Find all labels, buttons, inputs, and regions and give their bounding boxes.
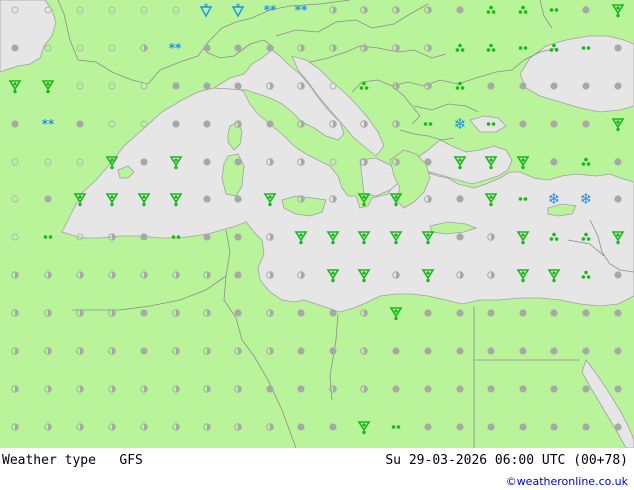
overcast-icon bbox=[582, 309, 590, 317]
overcast-icon bbox=[203, 195, 211, 203]
overcast-icon bbox=[456, 195, 464, 203]
overcast-icon bbox=[582, 6, 590, 14]
overcast-icon bbox=[519, 347, 527, 355]
overcast-icon bbox=[519, 82, 527, 90]
weather-map-canvas: ** * ❄ bbox=[0, 0, 634, 448]
snow-icon bbox=[294, 3, 308, 17]
snow-icon bbox=[168, 41, 182, 55]
overcast-icon bbox=[424, 385, 432, 393]
overcast-icon bbox=[550, 158, 558, 166]
overcast-icon bbox=[456, 347, 464, 355]
overcast-icon bbox=[203, 44, 211, 52]
overcast-icon bbox=[582, 120, 590, 128]
overcast-icon bbox=[550, 347, 558, 355]
overcast-icon bbox=[297, 309, 305, 317]
overcast-icon bbox=[456, 233, 464, 241]
overcast-icon bbox=[392, 385, 400, 393]
overcast-icon bbox=[519, 423, 527, 431]
overcast-icon bbox=[487, 309, 495, 317]
overcast-icon bbox=[614, 82, 622, 90]
overcast-icon bbox=[234, 158, 242, 166]
overcast-icon bbox=[297, 347, 305, 355]
overcast-icon bbox=[456, 423, 464, 431]
overcast-icon bbox=[234, 44, 242, 52]
overcast-icon bbox=[329, 347, 337, 355]
snow-icon bbox=[547, 190, 561, 208]
overcast-icon bbox=[487, 423, 495, 431]
overcast-icon bbox=[550, 423, 558, 431]
overcast-icon bbox=[582, 82, 590, 90]
overcast-icon bbox=[172, 120, 180, 128]
overcast-icon bbox=[550, 82, 558, 90]
overcast-icon bbox=[203, 120, 211, 128]
valid-time: Su 29-03-2026 06:00 UTC (00+78) bbox=[385, 453, 628, 468]
overcast-icon bbox=[582, 423, 590, 431]
overcast-icon bbox=[614, 385, 622, 393]
overcast-icon bbox=[424, 347, 432, 355]
overcast-icon bbox=[456, 309, 464, 317]
overcast-icon bbox=[234, 82, 242, 90]
overcast-icon bbox=[11, 120, 19, 128]
snow-icon bbox=[263, 3, 277, 17]
overcast-icon bbox=[203, 82, 211, 90]
overcast-icon bbox=[234, 233, 242, 241]
overcast-icon bbox=[614, 423, 622, 431]
overcast-icon bbox=[424, 309, 432, 317]
overcast-icon bbox=[297, 423, 305, 431]
overcast-icon bbox=[234, 309, 242, 317]
overcast-icon bbox=[487, 82, 495, 90]
overcast-icon bbox=[487, 347, 495, 355]
overcast-icon bbox=[266, 44, 274, 52]
overcast-icon bbox=[614, 195, 622, 203]
overcast-icon bbox=[519, 385, 527, 393]
overcast-icon bbox=[172, 82, 180, 90]
snow-icon bbox=[453, 115, 467, 133]
overcast-icon bbox=[614, 309, 622, 317]
overcast-icon bbox=[76, 120, 84, 128]
overcast-icon bbox=[424, 423, 432, 431]
overcast-icon bbox=[203, 158, 211, 166]
overcast-icon bbox=[456, 385, 464, 393]
overcast-icon bbox=[550, 309, 558, 317]
overcast-icon bbox=[140, 158, 148, 166]
overcast-icon bbox=[550, 385, 558, 393]
overcast-icon bbox=[140, 233, 148, 241]
overcast-icon bbox=[11, 44, 19, 52]
snow-icon bbox=[41, 117, 55, 131]
overcast-icon bbox=[44, 195, 52, 203]
overcast-icon bbox=[234, 271, 242, 279]
overcast-icon bbox=[140, 309, 148, 317]
overcast-icon bbox=[297, 385, 305, 393]
overcast-icon bbox=[614, 271, 622, 279]
weather-map: ** * ❄ bbox=[0, 0, 634, 448]
overcast-icon bbox=[582, 385, 590, 393]
map-footer: Weather type GFS Su 29-03-2026 06:00 UTC… bbox=[0, 448, 634, 490]
overcast-icon bbox=[203, 233, 211, 241]
overcast-icon bbox=[519, 120, 527, 128]
map-title-text: Weather type bbox=[2, 453, 96, 468]
overcast-icon bbox=[234, 195, 242, 203]
overcast-icon bbox=[582, 347, 590, 355]
map-title: Weather type GFS bbox=[2, 453, 143, 468]
snow-icon bbox=[579, 190, 593, 208]
overcast-icon bbox=[329, 309, 337, 317]
overcast-icon bbox=[519, 309, 527, 317]
overcast-icon bbox=[424, 158, 432, 166]
overcast-icon bbox=[614, 347, 622, 355]
overcast-icon bbox=[614, 158, 622, 166]
overcast-icon bbox=[329, 423, 337, 431]
overcast-icon bbox=[266, 385, 274, 393]
overcast-icon bbox=[456, 6, 464, 14]
overcast-icon bbox=[614, 44, 622, 52]
credit-link[interactable]: ©weatheronline.co.uk bbox=[506, 475, 628, 488]
overcast-icon bbox=[550, 120, 558, 128]
overcast-icon bbox=[487, 385, 495, 393]
model-name: GFS bbox=[119, 453, 143, 468]
overcast-icon bbox=[140, 347, 148, 355]
overcast-icon bbox=[392, 347, 400, 355]
overcast-icon bbox=[266, 120, 274, 128]
